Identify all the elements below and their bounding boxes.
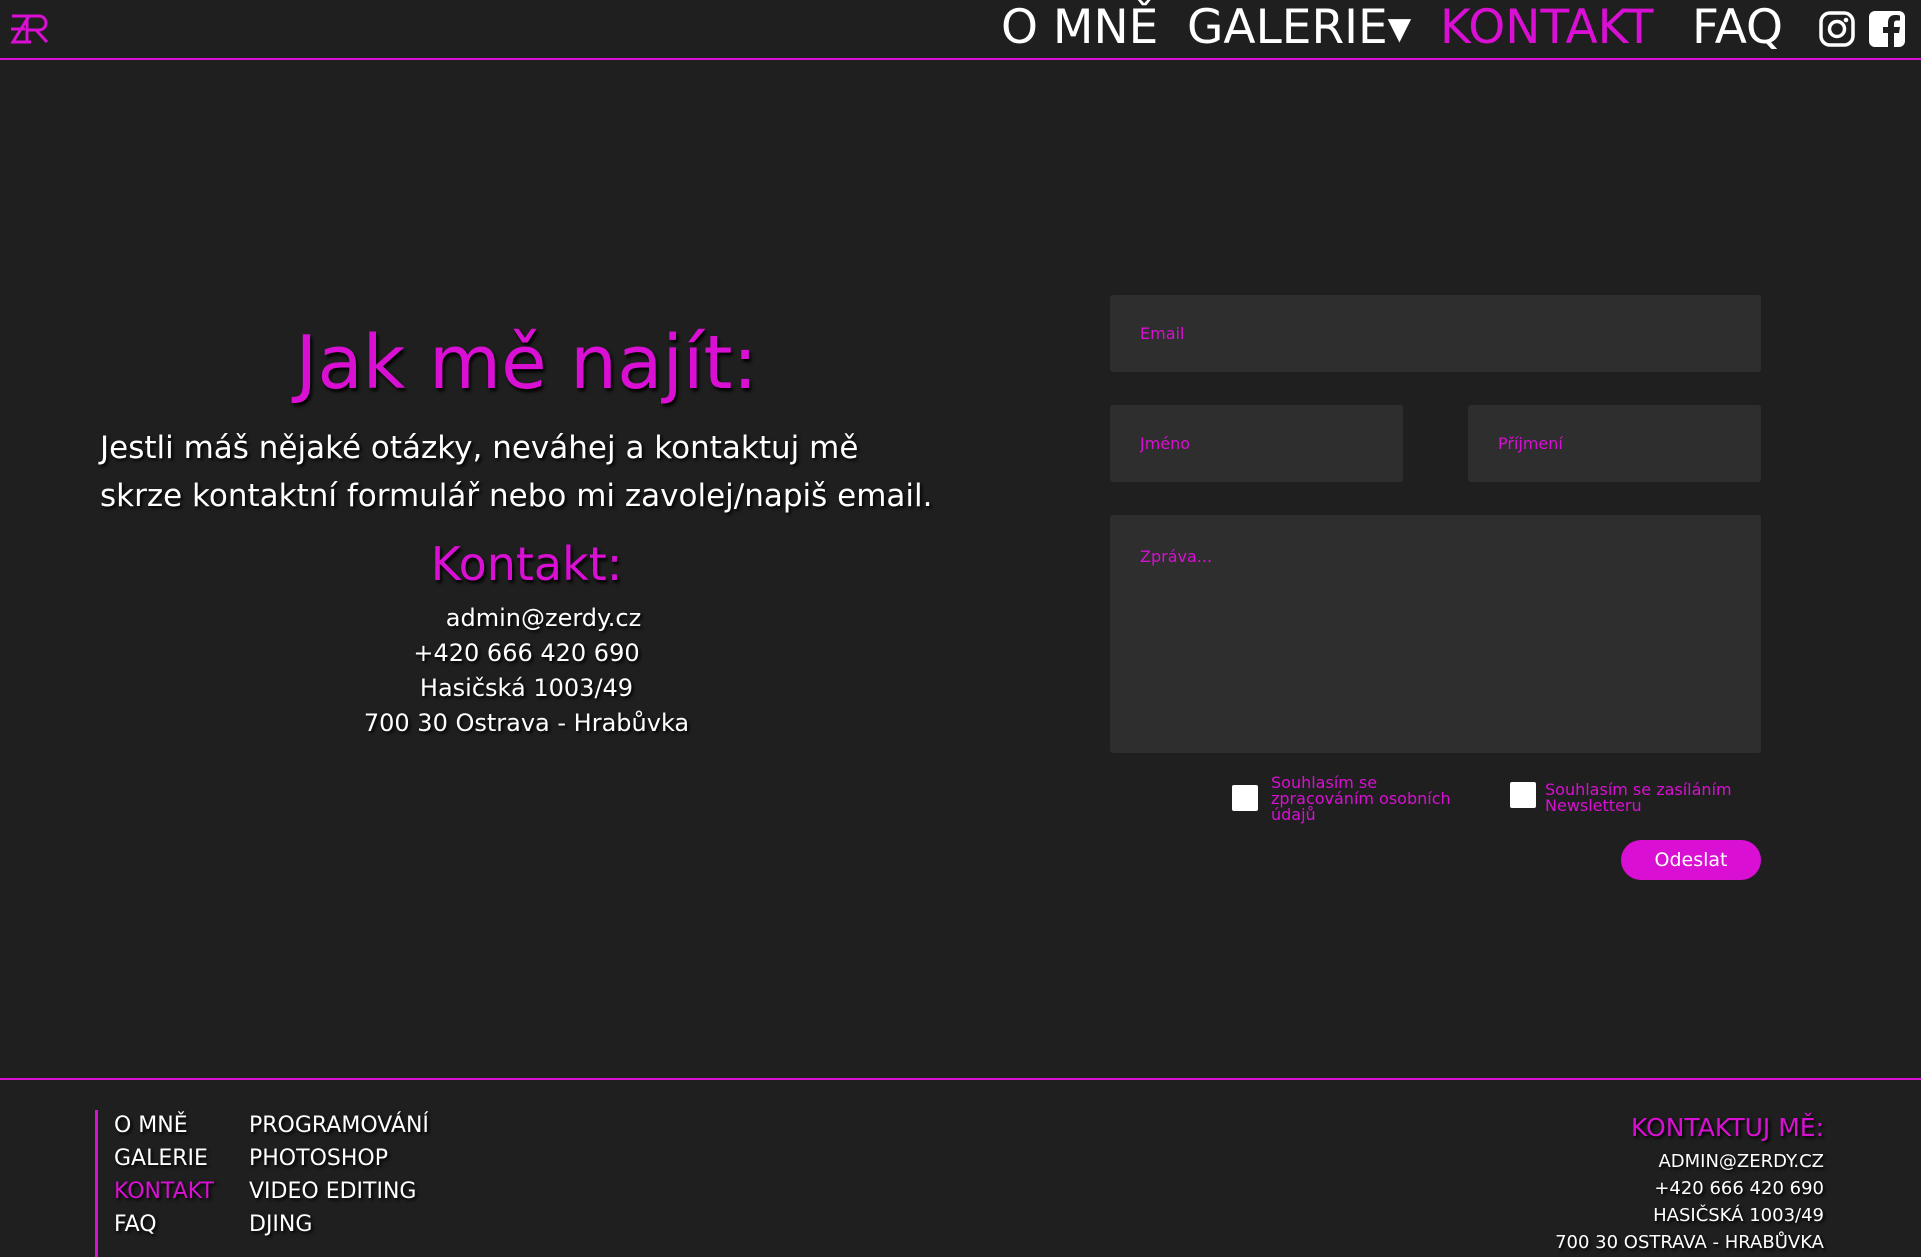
contact-street: Hasičská 1003/49	[419, 674, 634, 702]
intro-line-1: Jestli máš nějaké otázky, neváhej a kont…	[100, 430, 859, 466]
logo-mark	[10, 14, 49, 44]
message-field[interactable]	[1110, 515, 1761, 753]
email-field[interactable]	[1110, 295, 1761, 372]
consent-label-line-3: údajů	[1271, 805, 1316, 824]
facebook-icon[interactable]	[1868, 10, 1906, 48]
footer-link-djing[interactable]: DJING	[249, 1211, 312, 1239]
newsletter-label-line-2: Newsletteru	[1545, 796, 1642, 815]
consent-checkbox[interactable]	[1232, 785, 1258, 811]
footer-contact-email[interactable]: ADMIN@ZERDY.CZ	[1658, 1149, 1824, 1175]
logo[interactable]	[9, 10, 53, 48]
footer-contact-street: HASIČSKÁ 1003/49	[1653, 1205, 1824, 1226]
top-nav: O MNĚ GALERIE▾ KONTAKT FAQ	[0, 0, 1921, 60]
footer-link-faq[interactable]: FAQ	[114, 1211, 157, 1239]
footer-link-video-editing[interactable]: VIDEO EDITING	[249, 1178, 416, 1206]
consent-label: Souhlasím se zpracováním osobních údajů	[1271, 775, 1451, 823]
contact-title: Kontakt:	[430, 537, 623, 591]
footer-accent-bar	[95, 1110, 98, 1257]
last-name-field[interactable]	[1468, 405, 1761, 482]
footer-link-photoshop[interactable]: PHOTOSHOP	[249, 1145, 388, 1173]
contact-phone: +420 666 420 690	[413, 639, 640, 667]
newsletter-label: Souhlasím se zasíláním Newsletteru	[1545, 782, 1732, 814]
footer-link-programovani[interactable]: PROGRAMOVÁNÍ	[249, 1112, 429, 1140]
instagram-icon[interactable]	[1818, 10, 1856, 48]
first-name-field[interactable]	[1110, 405, 1403, 482]
footer-link-galerie[interactable]: GALERIE	[114, 1145, 208, 1173]
footer-contact-city: 700 30 OSTRAVA - HRABŮVKA	[1555, 1232, 1824, 1253]
send-button[interactable]: Odeslat	[1621, 840, 1761, 880]
footer-contact-title: KONTAKTUJ MĚ:	[1631, 1113, 1824, 1142]
page-heading: Jak mě najít:	[295, 320, 758, 406]
footer-link-kontakt[interactable]: KONTAKT	[114, 1178, 214, 1206]
contact-city: 700 30 Ostrava - Hrabůvka	[363, 709, 690, 737]
intro-text: Jestli máš nějaké otázky, neváhej a kont…	[100, 424, 980, 520]
nav-galerie[interactable]: GALERIE▾	[1187, 0, 1411, 55]
intro-line-2: skrze kontaktní formulář nebo mi zavolej…	[100, 478, 933, 514]
nav-kontakt[interactable]: KONTAKT	[1440, 0, 1654, 55]
footer-contact-phone: +420 666 420 690	[1654, 1178, 1824, 1199]
nav-o-mne[interactable]: O MNĚ	[1001, 0, 1158, 55]
contact-email[interactable]: admin@zerdy.cz	[0, 601, 1053, 635]
footer-divider	[0, 1078, 1921, 1080]
newsletter-checkbox[interactable]	[1510, 782, 1536, 808]
nav-faq[interactable]: FAQ	[1692, 0, 1783, 55]
footer-link-o-mne[interactable]: O MNĚ	[114, 1112, 188, 1140]
page: O MNĚ GALERIE▾ KONTAKT FAQ Jak mě najít:…	[0, 0, 1921, 1257]
